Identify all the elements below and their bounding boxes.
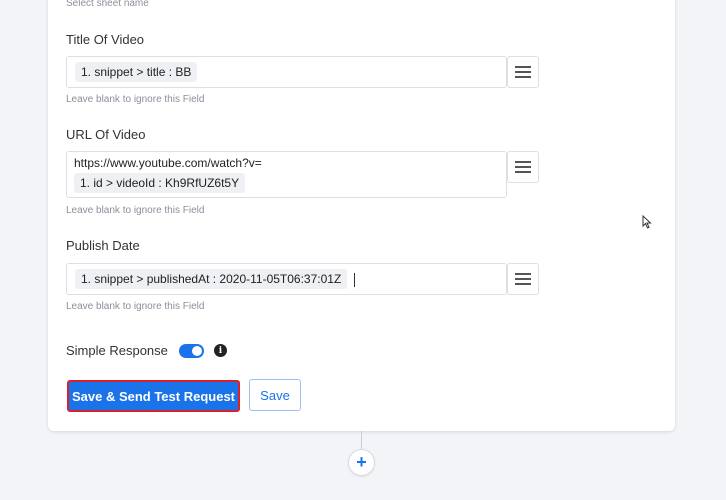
url-mapping-chip[interactable]: 1. id > videoId : Kh9RfUZ6t5Y <box>74 173 246 193</box>
url-prefix-text: https://www.youtube.com/watch?v= <box>74 156 262 170</box>
info-icon[interactable]: i <box>214 344 227 357</box>
text-caret <box>353 272 355 287</box>
add-step-button[interactable]: + <box>348 449 375 476</box>
date-field-hint: Leave blank to ignore this Field <box>66 301 205 312</box>
mouse-cursor-icon <box>642 215 652 229</box>
url-field-hint: Leave blank to ignore this Field <box>66 205 205 216</box>
title-field-menu-button[interactable] <box>507 56 539 88</box>
date-field-menu-button[interactable] <box>507 263 539 295</box>
simple-response-toggle[interactable] <box>179 344 204 358</box>
save-button[interactable]: Save <box>249 379 301 411</box>
save-and-send-test-request-button[interactable]: Save & Send Test Request <box>67 380 240 412</box>
hamburger-icon <box>515 161 531 173</box>
url-of-video-input[interactable]: https://www.youtube.com/watch?v= 1. id >… <box>66 151 507 198</box>
hamburger-icon <box>515 273 531 285</box>
title-field-hint: Leave blank to ignore this Field <box>66 94 205 105</box>
title-of-video-input[interactable]: 1. snippet > title : BB <box>66 56 507 88</box>
sheet-hint: Select sheet name <box>66 0 149 9</box>
flow-connector-line <box>361 431 362 451</box>
simple-response-label: Simple Response <box>66 343 168 358</box>
publish-date-label: Publish Date <box>66 238 140 253</box>
url-of-video-label: URL Of Video <box>66 127 146 142</box>
url-field-menu-button[interactable] <box>507 151 539 183</box>
hamburger-icon <box>515 66 531 78</box>
toggle-knob <box>192 346 202 356</box>
publish-date-input[interactable]: 1. snippet > publishedAt : 2020-11-05T06… <box>66 263 507 295</box>
date-mapping-chip[interactable]: 1. snippet > publishedAt : 2020-11-05T06… <box>75 269 348 289</box>
title-mapping-chip[interactable]: 1. snippet > title : BB <box>75 62 198 82</box>
title-of-video-label: Title Of Video <box>66 32 145 47</box>
